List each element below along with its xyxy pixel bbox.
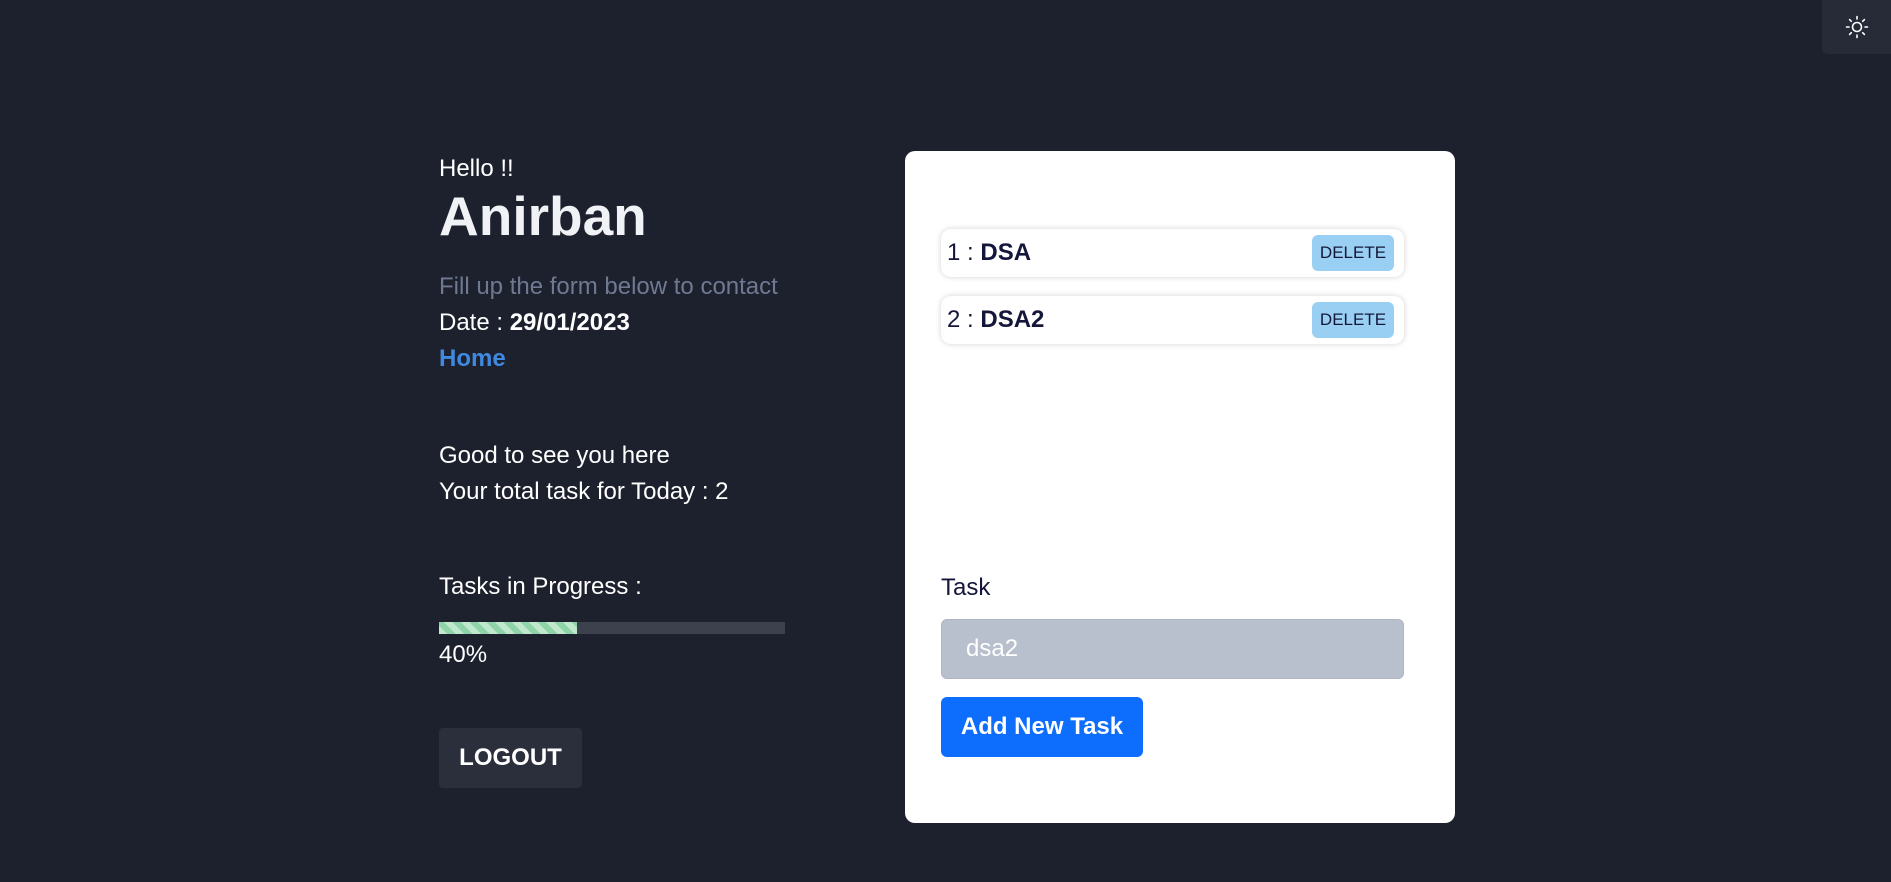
date-line: Date : 29/01/2023 bbox=[439, 306, 799, 340]
welcome-text: Good to see you here bbox=[439, 442, 670, 469]
page: Hello !! Anirban Fill up the form below … bbox=[0, 0, 1891, 882]
delete-task-button[interactable]: DELETE bbox=[1312, 235, 1394, 271]
task-item: 2 : DSA2 DELETE bbox=[941, 296, 1404, 344]
logout-button[interactable]: LOGOUT bbox=[439, 728, 582, 788]
task-name: DSA2 bbox=[980, 306, 1045, 333]
task-list: 1 : DSA DELETE 2 : DSA2 DELETE bbox=[941, 229, 1404, 363]
date-label: Date : bbox=[439, 309, 510, 336]
task-item-text: 1 : DSA bbox=[947, 239, 1031, 267]
task-input[interactable] bbox=[941, 619, 1404, 679]
user-name: Anirban bbox=[439, 185, 647, 247]
progress-label: Tasks in Progress : bbox=[439, 573, 642, 600]
date-value: 29/01/2023 bbox=[509, 309, 630, 336]
task-index: 1 : bbox=[947, 239, 981, 266]
theme-toggle-button[interactable] bbox=[1822, 0, 1891, 54]
total-tasks-text: Your total task for Today : 2 bbox=[439, 478, 729, 505]
sun-icon bbox=[1845, 15, 1868, 39]
delete-task-button[interactable]: DELETE bbox=[1312, 302, 1394, 338]
greeting-text: Hello !! bbox=[439, 155, 514, 182]
task-item: 1 : DSA DELETE bbox=[941, 229, 1404, 277]
home-link[interactable]: Home bbox=[439, 342, 506, 376]
task-item-text: 2 : DSA2 bbox=[947, 306, 1044, 334]
task-field-label: Task bbox=[941, 574, 991, 601]
progress-bar-fill bbox=[439, 622, 578, 634]
progress-bar bbox=[439, 622, 785, 634]
task-name: DSA bbox=[980, 239, 1032, 266]
task-card: 1 : DSA DELETE 2 : DSA2 DELETE Task Add … bbox=[905, 151, 1455, 823]
task-index: 2 : bbox=[947, 306, 981, 333]
subtitle-text: Fill up the form below to contact bbox=[439, 273, 778, 300]
add-task-button[interactable]: Add New Task bbox=[941, 697, 1143, 757]
profile-panel: Hello !! Anirban Fill up the form below … bbox=[439, 154, 799, 788]
progress-percent: 40% bbox=[439, 641, 488, 668]
